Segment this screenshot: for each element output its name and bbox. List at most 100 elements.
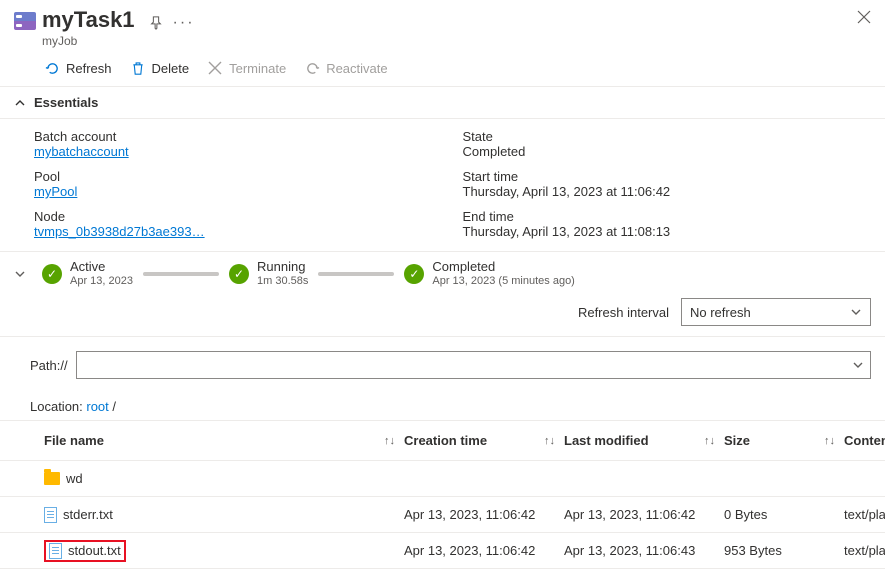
cell-modified: Apr 13, 2023, 11:06:43 (564, 543, 704, 558)
start-time-value: Thursday, April 13, 2023 at 11:06:42 (463, 184, 872, 199)
timeline-bar (318, 272, 394, 276)
essentials-left-col: Batch account mybatchaccount Pool myPool… (34, 129, 443, 239)
table-row[interactable]: stdout.txt Apr 13, 2023, 11:06:42 Apr 13, … (0, 533, 885, 569)
terminate-label: Terminate (229, 61, 286, 76)
end-time-value: Thursday, April 13, 2023 at 11:08:13 (463, 224, 872, 239)
cell-filename[interactable]: stderr.txt (44, 507, 384, 523)
cell-size: 953 Bytes (724, 543, 824, 558)
essentials-right-col: State Completed Start time Thursday, Apr… (463, 129, 872, 239)
delete-button[interactable]: Delete (130, 60, 190, 76)
col-content[interactable]: Conten (844, 433, 885, 448)
pin-icon[interactable] (149, 16, 163, 30)
refresh-interval-value: No refresh (690, 305, 751, 320)
file-table: File name ↑↓ Creation time ↑↓ Last modif… (0, 421, 885, 569)
pool-label: Pool (34, 169, 443, 184)
timeline-bar (143, 272, 219, 276)
chevron-down-icon[interactable] (14, 268, 32, 280)
location-row: Location: root / (0, 389, 885, 421)
header-actions: ··· (149, 8, 195, 32)
sort-icon[interactable]: ↑↓ (544, 435, 564, 447)
reactivate-label: Reactivate (326, 61, 387, 76)
page-subtitle: myJob (42, 34, 135, 48)
delete-label: Delete (152, 61, 190, 76)
sort-icon[interactable]: ↑↓ (704, 435, 724, 447)
col-size[interactable]: Size (724, 433, 824, 448)
task-icon (14, 12, 36, 30)
timeline-step-sub: 1m 30.58s (257, 274, 308, 288)
file-icon (44, 507, 57, 523)
timeline-step-running: ✓ Running 1m 30.58s (229, 260, 308, 288)
toolbar: Refresh Delete Terminate Reactivate (0, 52, 885, 86)
batch-account-link[interactable]: mybatchaccount (34, 144, 129, 159)
col-modified[interactable]: Last modified (564, 433, 704, 448)
node-label: Node (34, 209, 443, 224)
file-name-text: wd (66, 471, 83, 486)
table-row[interactable]: stderr.txt Apr 13, 2023, 11:06:42 Apr 13, … (0, 497, 885, 533)
delete-icon (130, 60, 146, 76)
refresh-button[interactable]: Refresh (44, 60, 112, 76)
batch-account-label: Batch account (34, 129, 443, 144)
check-icon: ✓ (404, 264, 424, 284)
chevron-down-icon (852, 359, 864, 371)
path-input-wrap[interactable] (76, 351, 871, 379)
col-filename[interactable]: File name (44, 433, 384, 448)
location-suffix: / (109, 399, 116, 414)
refresh-icon (44, 60, 60, 76)
pool-link[interactable]: myPool (34, 184, 77, 199)
folder-icon (44, 472, 60, 485)
sort-icon[interactable]: ↑↓ (824, 435, 844, 447)
reactivate-icon (304, 60, 320, 76)
cell-created: Apr 13, 2023, 11:06:42 (404, 543, 544, 558)
node-link[interactable]: tvmps_0b3938d27b3ae393… (34, 224, 205, 239)
cell-size: 0 Bytes (724, 507, 824, 522)
refresh-label: Refresh (66, 61, 112, 76)
terminate-icon (207, 60, 223, 76)
refresh-interval-label: Refresh interval (578, 305, 669, 320)
timeline-step-name: Running (257, 260, 308, 274)
timeline-step-active: ✓ Active Apr 13, 2023 (42, 260, 133, 288)
more-icon[interactable]: ··· (173, 14, 195, 32)
timeline-step-sub: Apr 13, 2023 (70, 274, 133, 288)
timeline-step-completed: ✓ Completed Apr 13, 2023 (5 minutes ago) (404, 260, 574, 288)
end-time-label: End time (463, 209, 872, 224)
terminate-button: Terminate (207, 60, 286, 76)
start-time-label: Start time (463, 169, 872, 184)
cell-content: text/pla (844, 543, 885, 558)
cell-modified: Apr 13, 2023, 11:06:42 (564, 507, 704, 522)
status-timeline: ✓ Active Apr 13, 2023 ✓ Running 1m 30.58… (0, 251, 885, 294)
file-name-text: stdout.txt (68, 543, 121, 558)
state-label: State (463, 129, 872, 144)
close-icon[interactable] (857, 10, 871, 24)
cell-filename[interactable]: stdout.txt (44, 540, 384, 562)
refresh-interval-row: Refresh interval No refresh (0, 294, 885, 336)
file-icon (49, 543, 62, 559)
check-icon: ✓ (229, 264, 249, 284)
location-root-link[interactable]: root (86, 399, 108, 414)
state-value: Completed (463, 144, 872, 159)
path-input[interactable] (83, 358, 852, 373)
timeline-step-sub: Apr 13, 2023 (5 minutes ago) (432, 274, 574, 288)
cell-filename[interactable]: wd (44, 471, 384, 486)
refresh-interval-select[interactable]: No refresh (681, 298, 871, 326)
chevron-up-icon (14, 97, 26, 109)
cell-created: Apr 13, 2023, 11:06:42 (404, 507, 544, 522)
check-icon: ✓ (42, 264, 62, 284)
essentials-toggle[interactable]: Essentials (0, 86, 885, 119)
table-header: File name ↑↓ Creation time ↑↓ Last modif… (0, 421, 885, 461)
col-created[interactable]: Creation time (404, 433, 544, 448)
path-label: Path:// (30, 358, 68, 373)
header: myTask1 myJob ··· (0, 0, 885, 52)
timeline-step-name: Active (70, 260, 133, 274)
header-text: myTask1 myJob (42, 8, 135, 48)
page-title: myTask1 (42, 8, 135, 32)
sort-icon[interactable]: ↑↓ (384, 435, 404, 447)
reactivate-button: Reactivate (304, 60, 387, 76)
table-row[interactable]: wd (0, 461, 885, 497)
location-prefix: Location: (30, 399, 86, 414)
file-name-text: stderr.txt (63, 507, 113, 522)
cell-content: text/pla (844, 507, 885, 522)
essentials-body: Batch account mybatchaccount Pool myPool… (0, 119, 885, 251)
timeline-step-name: Completed (432, 260, 574, 274)
chevron-down-icon (850, 306, 862, 318)
path-row: Path:// (0, 336, 885, 389)
